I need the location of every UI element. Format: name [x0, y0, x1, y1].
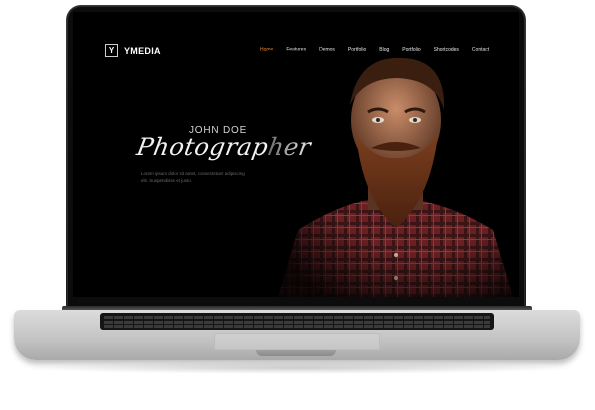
- hero-description: Lorem ipsum dolor sit amet, consectetuer…: [141, 171, 245, 183]
- site-logo[interactable]: Y YMEDIA: [105, 44, 161, 57]
- key-row: [104, 321, 490, 324]
- key-row: [104, 325, 490, 328]
- laptop-trackpad: [214, 333, 380, 350]
- laptop-notch: [256, 350, 336, 356]
- key-row: [104, 316, 490, 319]
- logo-mark-icon: Y: [105, 44, 118, 57]
- laptop-keyboard: [100, 313, 494, 330]
- logo-text: YMEDIA: [124, 45, 161, 56]
- laptop-screen: Y YMEDIA Home Features Demos Portfolio B…: [73, 12, 519, 297]
- hero-portrait-image: [268, 50, 519, 297]
- laptop-shadow: [20, 362, 575, 374]
